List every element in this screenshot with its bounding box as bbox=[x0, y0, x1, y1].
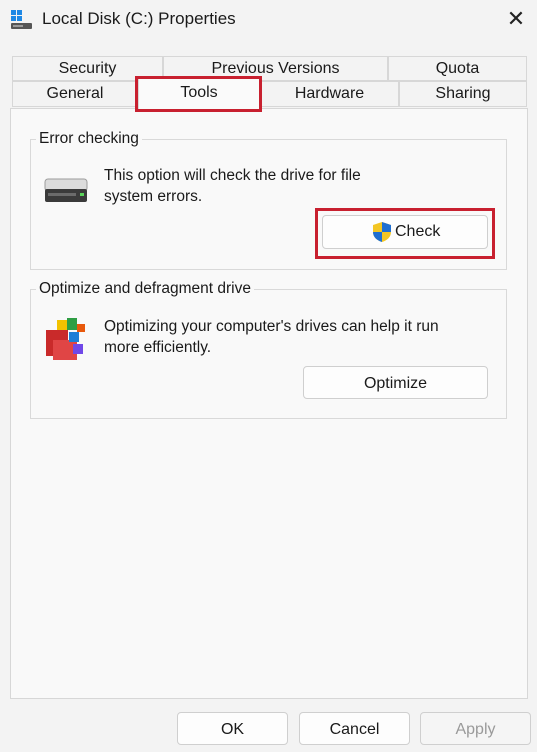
error-checking-label: Error checking bbox=[36, 130, 142, 148]
close-icon: ✕ bbox=[506, 6, 526, 31]
defragment-icon bbox=[46, 318, 85, 360]
title-bar: Local Disk (C:) Properties ✕ bbox=[0, 0, 537, 40]
apply-button[interactable]: Apply bbox=[420, 712, 531, 745]
check-button[interactable]: Check bbox=[322, 215, 488, 249]
tab-general[interactable]: General bbox=[12, 81, 138, 107]
tab-quota[interactable]: Quota bbox=[388, 56, 527, 81]
tab-tools[interactable]: Tools bbox=[138, 78, 260, 110]
error-checking-description: This option will check the drive for fil… bbox=[104, 167, 361, 205]
optimize-label: Optimize and defragment drive bbox=[36, 280, 254, 298]
cancel-button[interactable]: Cancel bbox=[299, 712, 410, 745]
check-button-label: Check bbox=[395, 223, 441, 240]
tab-sharing[interactable]: Sharing bbox=[399, 81, 527, 107]
window-title: Local Disk (C:) Properties bbox=[42, 9, 236, 28]
uac-shield-icon bbox=[373, 222, 391, 242]
optimize-description: Optimizing your computer's drives can he… bbox=[104, 318, 439, 356]
hard-drive-icon bbox=[44, 178, 88, 202]
optimize-button[interactable]: Optimize bbox=[303, 366, 488, 399]
close-button[interactable]: ✕ bbox=[498, 2, 534, 38]
tab-hardware[interactable]: Hardware bbox=[260, 81, 399, 107]
ok-button[interactable]: OK bbox=[177, 712, 288, 745]
drive-properties-icon bbox=[11, 10, 32, 29]
